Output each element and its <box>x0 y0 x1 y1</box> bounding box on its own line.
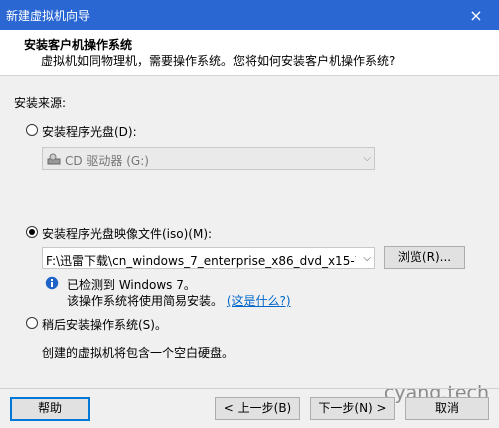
close-icon[interactable]: × <box>453 0 499 30</box>
disc-radio-label[interactable]: 安装程序光盘(D): <box>42 123 137 140</box>
iso-path-value[interactable]: F:\迅雷下载\cn_windows_7_enterprise_x86_dvd_… <box>46 252 356 269</box>
later-radio-label[interactable]: 稍后安装操作系统(S)。 <box>42 316 167 333</box>
page-subtitle: 虚拟机如同物理机，需要操作系统。您将如何安装客户机操作系统? <box>41 54 396 68</box>
info-icon <box>45 276 59 290</box>
title-bar: 新建虚拟机向导 × <box>0 0 499 30</box>
help-button[interactable]: 帮助 <box>10 397 90 421</box>
drive-select-value: CD 驱动器 (G:) <box>65 154 149 168</box>
back-button[interactable]: < 上一步(B) <box>215 397 300 420</box>
disc-radio[interactable] <box>26 124 38 136</box>
wizard-header: 安装客户机操作系统 虚拟机如同物理机，需要操作系统。您将如何安装客户机操作系统? <box>0 30 499 76</box>
browse-button[interactable]: 浏览(R)... <box>384 246 465 269</box>
later-description: 创建的虚拟机将包含一个空白硬盘。 <box>42 346 235 360</box>
easy-install-label: 该操作系统将使用简易安装。 <box>67 294 224 308</box>
page-title: 安装客户机操作系统 <box>24 38 133 52</box>
later-radio[interactable] <box>26 317 38 329</box>
easy-install-text: 该操作系统将使用简易安装。 (这是什么?) <box>67 292 291 309</box>
detected-os-text: 已检测到 Windows 7。 <box>67 278 196 292</box>
drive-select: CD 驱动器 (G:) ⌵ <box>42 147 375 170</box>
chevron-down-icon: ⌵ <box>363 153 371 164</box>
chevron-down-icon[interactable]: ⌵ <box>363 253 371 264</box>
cancel-button[interactable]: 取消 <box>405 397 489 420</box>
source-label: 安装来源: <box>14 96 67 110</box>
what-is-this-link[interactable]: (这是什么?) <box>227 294 291 308</box>
footer-divider <box>0 388 499 389</box>
next-button[interactable]: 下一步(N) > <box>310 397 395 420</box>
window-title: 新建虚拟机向导 <box>6 9 91 23</box>
iso-radio[interactable] <box>26 226 38 238</box>
iso-radio-label[interactable]: 安装程序光盘映像文件(iso)(M): <box>42 225 212 242</box>
iso-path-combo[interactable]: F:\迅雷下载\cn_windows_7_enterprise_x86_dvd_… <box>42 247 375 269</box>
cd-drive-icon <box>47 153 61 165</box>
